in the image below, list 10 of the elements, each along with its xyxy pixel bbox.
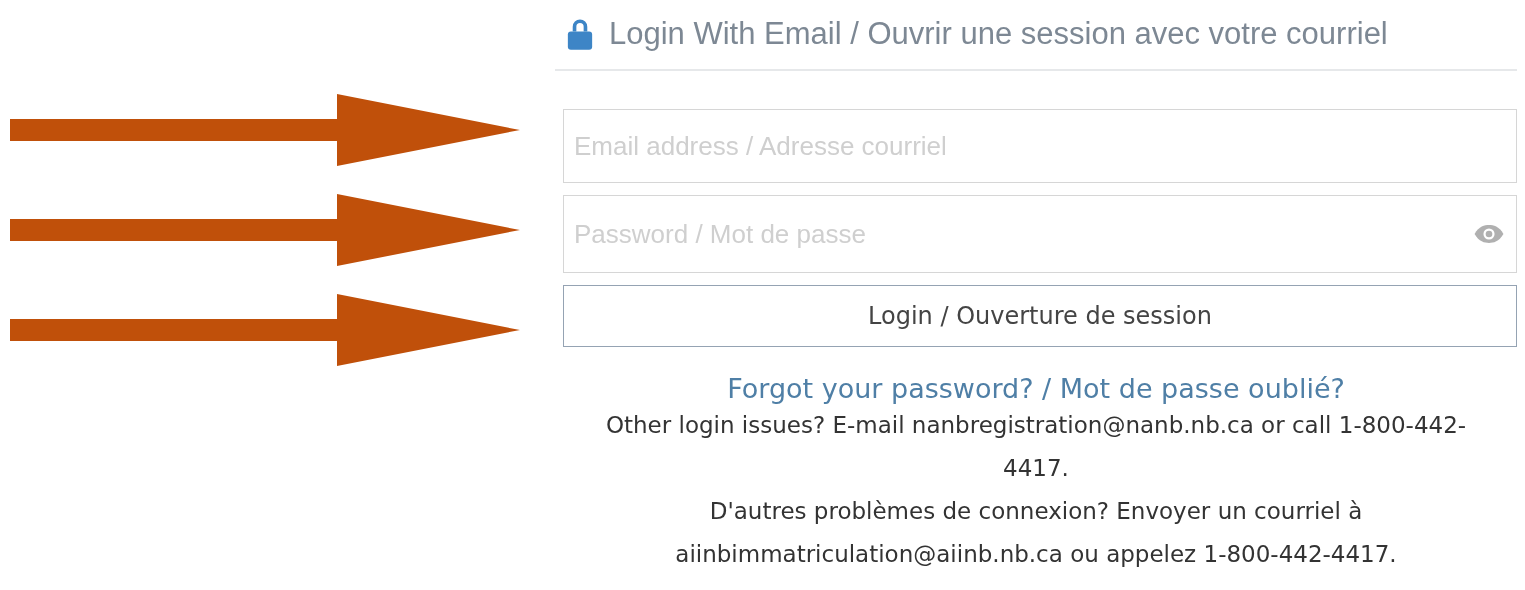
arrow-icon (10, 94, 520, 166)
forgot-password-link[interactable]: Forgot your password? / Mot de passe oublié? (727, 373, 1345, 404)
form-heading: Login With Email / Ouvrir une session avec votre courriel (609, 16, 1388, 52)
help-text: Other login issues? E-mail nanbregistration@nanb.nb.ca or call 1-800-442-4417. (604, 411, 1468, 483)
login-button[interactable]: Login / Ouverture de session (563, 285, 1517, 347)
help-text: D'autres problèmes de connexion? Envoyer un courriel à aiinbimmatriculation@aiinb.nb.ca ou appelez 1-800-442-4417. (674, 497, 1398, 569)
lock-icon (565, 17, 595, 51)
eye-icon[interactable] (1473, 224, 1505, 244)
arrow-icon (10, 294, 520, 366)
arrow-icon (10, 194, 520, 266)
